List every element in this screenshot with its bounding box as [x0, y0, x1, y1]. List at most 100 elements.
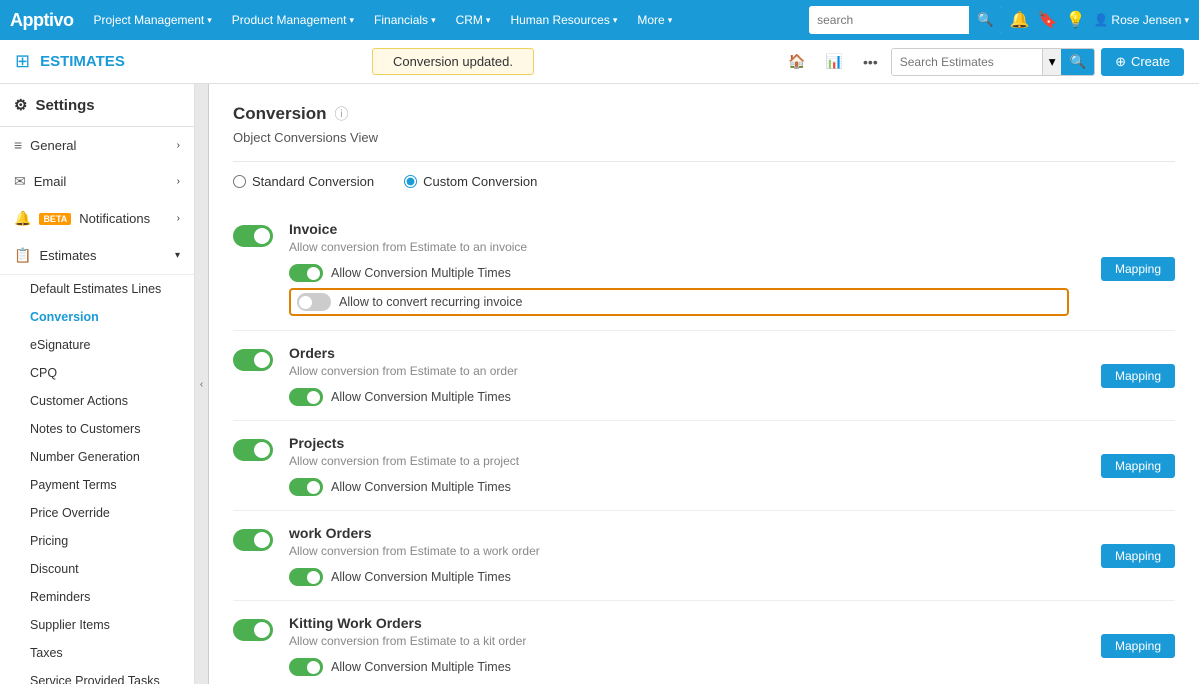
projects-title: Projects — [289, 435, 1069, 451]
estimates-icon: 📋 — [14, 247, 31, 264]
projects-multiple-toggle[interactable] — [289, 478, 323, 496]
sidebar-subitem-esignature[interactable]: eSignature — [0, 331, 194, 359]
orders-multiple-toggle[interactable] — [289, 388, 323, 406]
sidebar-subitem-supplier-items[interactable]: Supplier Items — [0, 611, 194, 639]
nav-crm[interactable]: CRM ▾ — [448, 0, 499, 40]
orders-allow-multiple-option: Allow Conversion Multiple Times — [289, 388, 1069, 406]
chart-button[interactable]: 📊 — [819, 48, 850, 75]
nav-more[interactable]: More ▾ — [629, 0, 680, 40]
sidebar-subitem-service-provided-tasks[interactable]: Service Provided Tasks — [0, 667, 194, 684]
orders-body: Orders Allow conversion from Estimate to… — [289, 345, 1069, 406]
chevron-down-icon: ▾ — [668, 15, 673, 26]
kitting-work-orders-section: Kitting Work Orders Allow conversion fro… — [233, 601, 1175, 684]
global-search-button[interactable]: 🔍 — [969, 6, 1002, 34]
app-icon: ⊞ — [15, 51, 30, 72]
create-button[interactable]: ⊕ Create — [1101, 48, 1184, 76]
sub-title: Object Conversions View — [233, 130, 1175, 145]
nav-financials[interactable]: Financials ▾ — [366, 0, 444, 40]
page-title: Conversion — [233, 104, 327, 124]
toolbar-search-input[interactable] — [892, 49, 1042, 75]
sidebar-collapse-button[interactable]: ‹ — [195, 84, 209, 684]
standard-conversion-radio[interactable]: Standard Conversion — [233, 174, 374, 189]
orders-title: Orders — [289, 345, 1069, 361]
kitting-body: Kitting Work Orders Allow conversion fro… — [289, 615, 1069, 676]
toolbar-center: Conversion updated. — [135, 48, 771, 75]
sidebar-subitem-notes-to-customers[interactable]: Notes to Customers — [0, 415, 194, 443]
email-icon: ✉ — [14, 173, 26, 190]
orders-sub-options: Allow Conversion Multiple Times — [289, 388, 1069, 406]
bookmark-icon[interactable]: 🔖 — [1038, 10, 1058, 30]
more-button[interactable]: ••• — [856, 49, 885, 75]
sidebar-subitem-pricing[interactable]: Pricing — [0, 527, 194, 555]
invoice-desc: Allow conversion from Estimate to an inv… — [289, 240, 1069, 254]
sidebar-item-general[interactable]: ≡ General › — [0, 127, 194, 163]
work-orders-section: work Orders Allow conversion from Estima… — [233, 511, 1175, 601]
custom-conversion-input[interactable] — [404, 175, 417, 188]
app-logo: Apptivo — [10, 10, 74, 31]
work-orders-main-toggle[interactable] — [233, 529, 273, 551]
chevron-down-icon: ▾ — [207, 15, 212, 26]
sidebar-subitem-default-lines[interactable]: Default Estimates Lines — [0, 275, 194, 303]
invoice-mapping-button[interactable]: Mapping — [1101, 257, 1175, 281]
projects-section: Projects Allow conversion from Estimate … — [233, 421, 1175, 511]
sidebar-subitem-customer-actions[interactable]: Customer Actions — [0, 387, 194, 415]
info-icon[interactable]: ⓘ — [335, 104, 349, 124]
custom-conversion-radio[interactable]: Custom Conversion — [404, 174, 537, 189]
toolbar-search: ▾ 🔍 — [891, 48, 1095, 76]
nav-human-resources[interactable]: Human Resources ▾ — [502, 0, 625, 40]
sidebar-subitems: Default Estimates Lines Conversion eSign… — [0, 275, 194, 684]
bell-icon[interactable]: 🔔 — [1010, 10, 1030, 30]
sidebar-item-email[interactable]: ✉ Email › — [0, 163, 194, 200]
sidebar-subitem-cpq[interactable]: CPQ — [0, 359, 194, 387]
sidebar-subitem-discount[interactable]: Discount — [0, 555, 194, 583]
sidebar-item-notifications[interactable]: 🔔 BETA Notifications › — [0, 200, 194, 237]
projects-mapping-button[interactable]: Mapping — [1101, 454, 1175, 478]
search-submit-button[interactable]: 🔍 — [1061, 49, 1094, 75]
projects-desc: Allow conversion from Estimate to a proj… — [289, 454, 1069, 468]
general-icon: ≡ — [14, 137, 22, 153]
kitting-multiple-toggle[interactable] — [289, 658, 323, 676]
global-search-input[interactable] — [809, 6, 969, 34]
divider — [233, 161, 1175, 162]
sidebar-subitem-taxes[interactable]: Taxes — [0, 639, 194, 667]
chevron-down-icon: ▾ — [486, 15, 491, 26]
projects-main-toggle[interactable] — [233, 439, 273, 461]
sidebar-subitem-reminders[interactable]: Reminders — [0, 583, 194, 611]
projects-sub-options: Allow Conversion Multiple Times — [289, 478, 1069, 496]
orders-desc: Allow conversion from Estimate to an ord… — [289, 364, 1069, 378]
nav-project-management[interactable]: Project Management ▾ — [86, 0, 220, 40]
app-toolbar: ⊞ ESTIMATES Conversion updated. 🏠 📊 ••• … — [0, 40, 1199, 84]
work-orders-title: work Orders — [289, 525, 1069, 541]
work-orders-mapping-button[interactable]: Mapping — [1101, 544, 1175, 568]
sidebar-section-main: ≡ General › ✉ Email › 🔔 BETA Notificatio… — [0, 127, 194, 275]
chevron-down-icon: ▾ — [431, 15, 436, 26]
user-menu[interactable]: 👤 Rose Jensen ▾ — [1093, 13, 1189, 27]
kitting-main-toggle[interactable] — [233, 619, 273, 641]
nav-product-management[interactable]: Product Management ▾ — [224, 0, 362, 40]
work-orders-multiple-toggle[interactable] — [289, 568, 323, 586]
invoice-title: Invoice — [289, 221, 1069, 237]
chevron-right-icon: › — [177, 176, 180, 187]
sidebar-item-estimates[interactable]: 📋 Estimates ▾ — [0, 237, 194, 274]
invoice-recurring-option: Allow to convert recurring invoice — [289, 288, 1069, 316]
sidebar-subitem-conversion[interactable]: Conversion — [0, 303, 194, 331]
invoice-recurring-toggle[interactable] — [297, 293, 331, 311]
orders-mapping-button[interactable]: Mapping — [1101, 364, 1175, 388]
lightbulb-icon[interactable]: 💡 — [1066, 10, 1086, 30]
main-layout: ⚙ Settings ≡ General › ✉ Email › 🔔 BETA … — [0, 84, 1199, 684]
kitting-mapping-button[interactable]: Mapping — [1101, 634, 1175, 658]
work-orders-body: work Orders Allow conversion from Estima… — [289, 525, 1069, 586]
sidebar-subitem-payment-terms[interactable]: Payment Terms — [0, 471, 194, 499]
chevron-right-icon: › — [177, 140, 180, 151]
sidebar-subitem-price-override[interactable]: Price Override — [0, 499, 194, 527]
home-button[interactable]: 🏠 — [781, 48, 812, 75]
invoice-main-toggle[interactable] — [233, 225, 273, 247]
sidebar-subitem-number-generation[interactable]: Number Generation — [0, 443, 194, 471]
invoice-multiple-toggle[interactable] — [289, 264, 323, 282]
search-dropdown-button[interactable]: ▾ — [1042, 49, 1062, 75]
orders-main-toggle[interactable] — [233, 349, 273, 371]
work-orders-desc: Allow conversion from Estimate to a work… — [289, 544, 1069, 558]
standard-conversion-input[interactable] — [233, 175, 246, 188]
orders-section: Orders Allow conversion from Estimate to… — [233, 331, 1175, 421]
chevron-right-icon: › — [177, 213, 180, 224]
